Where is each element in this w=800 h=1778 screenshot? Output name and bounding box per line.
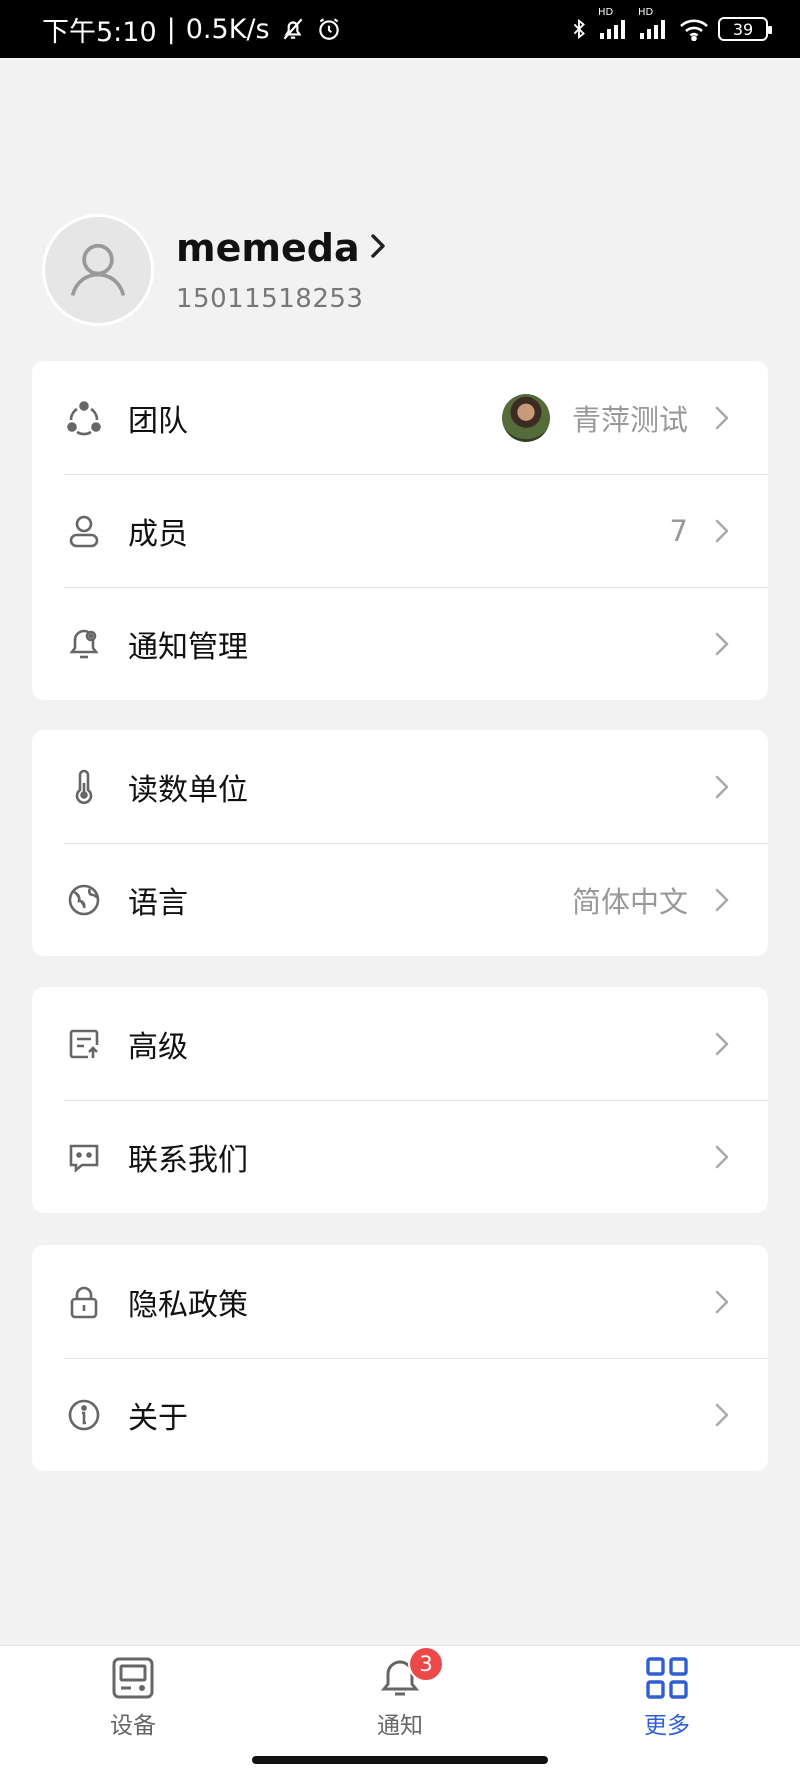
- settings-row-about[interactable]: 关于: [32, 1358, 768, 1471]
- member-icon: [66, 513, 102, 549]
- profile-phone: 15011518253: [176, 284, 364, 314]
- settings-row-value: 7: [669, 513, 688, 548]
- chevron-right-icon: [714, 518, 732, 544]
- hd-label: HD: [598, 7, 614, 18]
- settings-group-preferences: 读数单位 语言 简体中文: [32, 730, 768, 956]
- team-icon: [66, 400, 102, 436]
- settings-group-team: 团队 青萍测试 成员 7 通知管理: [32, 361, 768, 700]
- settings-row-label: 联系我们: [128, 1142, 248, 1178]
- bell-icon: 3: [376, 1646, 444, 1702]
- settings-row-language[interactable]: 语言 简体中文: [32, 843, 768, 956]
- settings-row-members[interactable]: 成员 7: [32, 474, 768, 587]
- tab-label: 更多: [644, 1713, 690, 1739]
- notification-badge: 3: [408, 1646, 444, 1682]
- tab-notifications[interactable]: 3 通知: [340, 1646, 460, 1740]
- status-time: 下午5:10: [42, 16, 157, 48]
- alarm-icon: [316, 16, 342, 42]
- settings-group-legal: 隐私政策 关于: [32, 1245, 768, 1471]
- chevron-right-icon: [714, 1144, 732, 1170]
- device-icon: [109, 1654, 157, 1702]
- profile-header[interactable]: memeda 15011518253: [42, 214, 388, 326]
- chevron-right-icon: [714, 1031, 732, 1057]
- settings-row-notification-management[interactable]: 通知管理: [32, 587, 768, 700]
- chevron-right-icon: [714, 405, 732, 431]
- chevron-right-icon: [714, 1289, 732, 1315]
- bluetooth-icon: [568, 16, 590, 42]
- profile-name: memeda: [176, 226, 360, 270]
- chevron-right-icon: [368, 232, 388, 264]
- settings-group-support: 高级 联系我们: [32, 987, 768, 1213]
- status-divider: |: [166, 13, 176, 45]
- settings-row-label: 语言: [128, 885, 188, 921]
- team-avatar: [501, 393, 550, 442]
- chevron-right-icon: [714, 631, 732, 657]
- lock-icon: [66, 1284, 102, 1320]
- settings-row-team[interactable]: 团队 青萍测试: [32, 361, 768, 474]
- grid-icon: [643, 1654, 691, 1702]
- settings-row-label: 隐私政策: [128, 1287, 248, 1323]
- advanced-icon: [66, 1026, 102, 1062]
- battery-level: 39: [732, 19, 754, 39]
- notification-settings-icon: [66, 626, 102, 662]
- status-right: HD HD 39: [568, 7, 772, 42]
- settings-row-label: 关于: [128, 1400, 188, 1436]
- message-icon: [66, 1139, 102, 1175]
- settings-row-label: 通知管理: [128, 629, 248, 665]
- home-indicator[interactable]: [252, 1756, 548, 1764]
- profile-info: memeda 15011518253: [176, 226, 388, 314]
- tab-label: 通知: [377, 1713, 423, 1739]
- tab-more[interactable]: 更多: [607, 1654, 727, 1740]
- signal-icon: HD: [638, 7, 670, 41]
- status-left: 下午5:10 | 0.5K/s: [42, 10, 342, 49]
- settings-row-label: 团队: [128, 403, 188, 439]
- settings-row-label: 高级: [128, 1029, 188, 1065]
- settings-row-reading-units[interactable]: 读数单位: [32, 730, 768, 843]
- settings-row-contact-us[interactable]: 联系我们: [32, 1100, 768, 1213]
- bell-off-icon: [280, 16, 306, 42]
- user-avatar-icon: [70, 243, 126, 296]
- globe-icon: [66, 882, 102, 918]
- chevron-right-icon: [714, 774, 732, 800]
- settings-row-value: 青萍测试: [571, 402, 688, 437]
- settings-row-label: 成员: [128, 516, 188, 552]
- settings-row-advanced[interactable]: 高级: [32, 987, 768, 1100]
- status-bar: 下午5:10 | 0.5K/s HD HD 39: [0, 0, 800, 58]
- tab-devices[interactable]: 设备: [73, 1654, 193, 1740]
- battery-icon: 39: [718, 17, 772, 41]
- info-icon: [66, 1397, 102, 1433]
- tab-label: 设备: [110, 1713, 156, 1739]
- signal-icon: HD: [598, 7, 630, 41]
- chevron-right-icon: [714, 1402, 732, 1428]
- thermometer-icon: [66, 769, 102, 805]
- avatar[interactable]: [42, 214, 154, 326]
- settings-row-value: 简体中文: [571, 884, 688, 919]
- settings-row-privacy-policy[interactable]: 隐私政策: [32, 1245, 768, 1358]
- status-network-speed: 0.5K/s: [185, 13, 270, 45]
- hd-label: HD: [638, 7, 654, 18]
- chevron-right-icon: [714, 887, 732, 913]
- wifi-icon: [678, 17, 710, 41]
- settings-row-label: 读数单位: [128, 772, 248, 808]
- profile-name-row[interactable]: memeda: [176, 226, 388, 270]
